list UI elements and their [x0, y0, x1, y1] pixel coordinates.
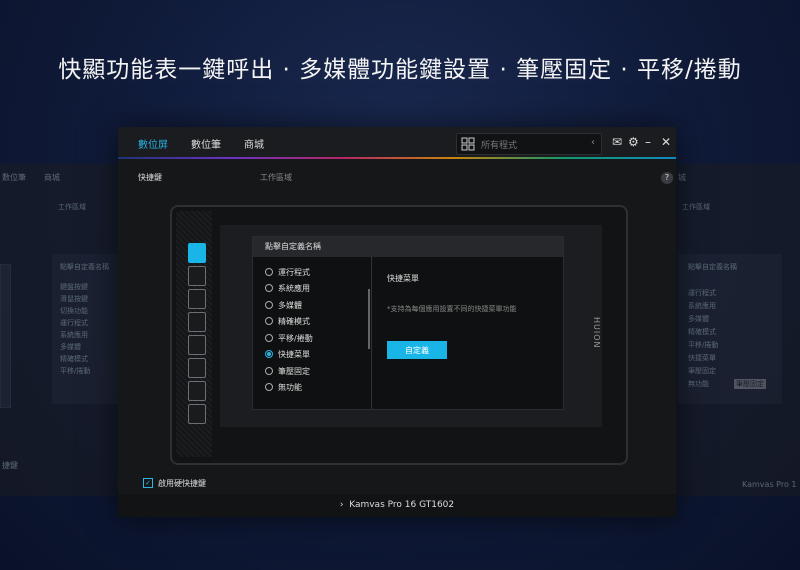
app-selector[interactable]: 所有程式 ‹ [456, 133, 602, 155]
headline: 快顯功能表一鍵呼出 · 多媒體功能鍵設置 · 筆壓固定 · 平移/捲動 [58, 57, 742, 83]
ghost-item: 系統應用 [60, 331, 88, 339]
ghost-item: 多媒體 [688, 315, 709, 323]
ghost-item: 滑鼠按鍵 [60, 295, 88, 303]
gear-icon[interactable]: ⚙ [628, 135, 639, 149]
device-name: Kamvas Pro 16 GT1602 [349, 500, 455, 510]
ghost-item: 運行程式 [688, 289, 716, 297]
customize-button[interactable]: 自定義 [387, 341, 447, 359]
radio-icon [265, 283, 273, 292]
express-key-8[interactable] [188, 404, 206, 424]
ghost-work-area: 工作區域 [682, 203, 710, 211]
ghost-keys [0, 264, 11, 408]
ghost-panel: 點擊自定義名稱 鍵盤按鍵 滑鼠按鍵 切換功能 運行程式 系統應用 多媒體 精確模… [52, 254, 118, 404]
radio-icon [265, 333, 273, 342]
express-key-4[interactable] [188, 312, 206, 332]
footer-bar: › Kamvas Pro 16 GT1602 [118, 494, 676, 517]
function-option-selected[interactable]: 快捷菜單 [265, 349, 310, 360]
section-shortcut-keys: 快捷鍵 [138, 173, 162, 182]
radio-icon [265, 300, 273, 309]
ghost-item: 系統應用 [688, 302, 716, 310]
mail-icon[interactable]: ✉ [612, 135, 622, 149]
app-window: 數位屏 數位筆 商城 所有程式 ‹ ✉ ⚙ – ✕ 快捷鍵 工作區域 ? HUI… [118, 127, 676, 517]
ghost-item: 平移/捲動 [60, 367, 91, 375]
detail-description: *支持為每個應用設置不同的快捷菜單功能 [387, 305, 517, 313]
help-icon[interactable]: ? [661, 172, 673, 184]
ghost-work-area: 工作區域 [58, 203, 86, 211]
radio-selected-icon [265, 349, 273, 358]
app-selector-placeholder: 所有程式 [481, 141, 518, 151]
ghost-tab-store: 城 [678, 173, 686, 182]
apps-grid-icon [461, 137, 475, 151]
list-scrollbar[interactable] [368, 289, 370, 349]
ghost-tab-store: 商城 [44, 173, 60, 182]
popup-title[interactable]: 點擊自定義名稱 [253, 237, 563, 257]
section-work-area[interactable]: 工作區域 [260, 172, 292, 183]
function-option[interactable]: 精確模式 [265, 316, 310, 327]
title-bar: 數位屏 數位筆 商城 所有程式 ‹ ✉ ⚙ – ✕ [118, 127, 676, 159]
express-key-7[interactable] [188, 381, 206, 401]
ghost-item: 多媒體 [60, 343, 81, 351]
express-key-3[interactable] [188, 289, 206, 309]
radio-icon [265, 382, 273, 391]
function-option[interactable]: 筆壓固定 [265, 366, 310, 377]
ghost-item: 切換功能 [60, 307, 88, 315]
enable-hardware-keys[interactable]: ✓ 啟用硬快捷鍵 [143, 477, 206, 489]
radio-icon [265, 267, 273, 276]
ghost-footer-device: Kamvas Pro 1 [742, 480, 797, 489]
radio-icon [265, 366, 273, 375]
express-key-6[interactable] [188, 358, 206, 378]
ghost-footer-label: 捷鍵 [2, 461, 18, 470]
close-icon[interactable]: ✕ [661, 135, 671, 149]
radio-icon [265, 316, 273, 325]
checkbox-checked-icon[interactable]: ✓ [143, 477, 153, 488]
function-option[interactable]: 多媒體 [265, 300, 302, 311]
background-window-right: 城 工作區域 點擊自定義名稱 運行程式 系統應用 多媒體 精確模式 平移/捲動 … [676, 164, 800, 496]
tab-display[interactable]: 數位屏 [138, 136, 168, 151]
express-key-2[interactable] [188, 266, 206, 286]
ghost-item: 平移/捲動 [688, 341, 719, 349]
ghost-panel-title: 點擊自定義名稱 [60, 263, 109, 271]
background-window-left: 數位筆 商城 工作區域 點擊自定義名稱 鍵盤按鍵 滑鼠按鍵 切換功能 運行程式 … [0, 164, 118, 496]
ghost-item: 運行程式 [60, 319, 88, 327]
tab-pen[interactable]: 數位筆 [191, 136, 221, 151]
minimize-icon[interactable]: – [645, 135, 651, 149]
detail-title: 快捷菜單 [387, 274, 419, 283]
chevron-right-icon: › [339, 500, 344, 510]
ghost-item: 筆壓固定 [688, 367, 716, 375]
function-option[interactable]: 無功能 [265, 382, 302, 393]
ghost-panel: 點擊自定義名稱 運行程式 系統應用 多媒體 精確模式 平移/捲動 快捷菜單 筆壓… [678, 254, 782, 404]
express-key-1[interactable] [188, 243, 206, 263]
ghost-item: 精確模式 [60, 355, 88, 363]
express-key-5[interactable] [188, 335, 206, 355]
ghost-item: 無功能 [688, 380, 709, 388]
function-option[interactable]: 運行程式 [265, 267, 310, 278]
brand-logo: HUION [592, 317, 601, 349]
tab-store[interactable]: 商城 [244, 136, 264, 151]
device-selector[interactable]: › Kamvas Pro 16 GT1602 [118, 500, 676, 510]
function-list: 運行程式 系統應用 多媒體 精確模式 平移/捲動 快捷菜單 筆壓固定 無功能 [253, 257, 372, 409]
title-accent-line [118, 157, 676, 159]
chevron-left-icon: ‹ [591, 137, 595, 148]
function-popup: 點擊自定義名稱 運行程式 系統應用 多媒體 精確模式 平移/捲動 快捷菜單 筆壓… [252, 236, 564, 410]
ghost-item: 鍵盤按鍵 [60, 283, 88, 291]
ghost-tab-pen: 數位筆 [2, 173, 26, 182]
ghost-tooltip: 筆壓固定 [734, 379, 766, 389]
ghost-panel-title: 點擊自定義名稱 [688, 263, 737, 271]
function-option[interactable]: 平移/捲動 [265, 333, 313, 344]
ghost-item: 精確模式 [688, 328, 716, 336]
function-option[interactable]: 系統應用 [265, 283, 310, 294]
ghost-item: 快捷菜單 [688, 354, 716, 362]
